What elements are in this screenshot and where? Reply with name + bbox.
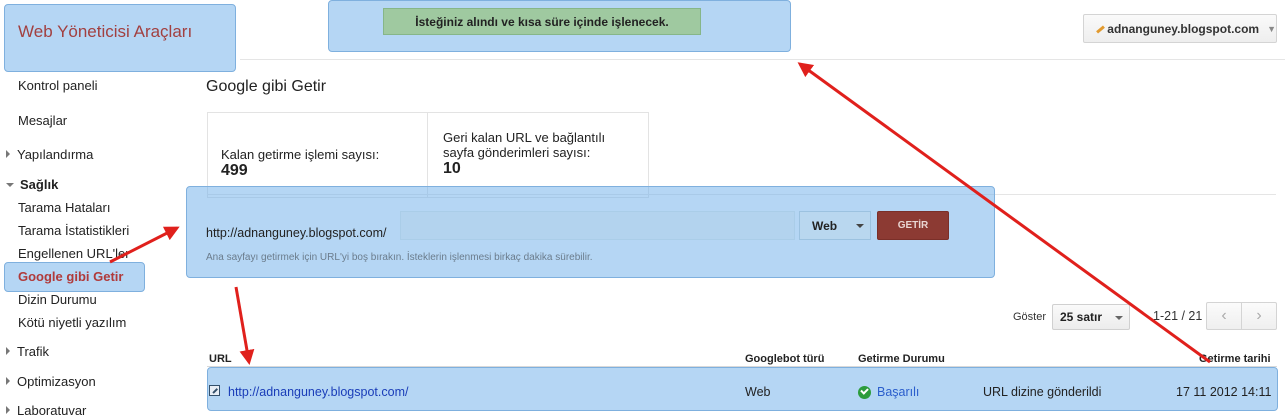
previous-page-button[interactable]: ‹ [1206, 302, 1242, 330]
page-title: Google gibi Getir [206, 78, 327, 95]
account-switcher[interactable]: adnanguney.blogspot.com ▼ [1083, 14, 1277, 43]
rows-label: Göster [1013, 311, 1047, 323]
success-check-icon [858, 385, 871, 399]
expand-icon [6, 377, 10, 385]
row-fetch-date: 17 11 2012 14:11 [1176, 385, 1272, 399]
stat-remaining-fetches: Kalan getirme işlemi sayısı: 499 [221, 147, 411, 180]
stat-value: 499 [221, 162, 248, 179]
chevron-down-icon [856, 224, 864, 228]
collapse-icon [6, 183, 14, 187]
stat-remaining-submissions: Geri kalan URL ve bağlantılı sayfa gönde… [443, 130, 633, 178]
sidebar-item-configuration[interactable]: Yapılandırma [6, 147, 93, 162]
sidebar-item-optimization[interactable]: Optimizasyon [6, 374, 96, 389]
sidebar-item-labs[interactable]: Laboratuvar [6, 403, 86, 418]
sidebar-item-crawl-stats[interactable]: Tarama İstatistikleri [18, 223, 129, 238]
app-title[interactable]: Web Yöneticisi Araçları [18, 22, 192, 42]
url-input[interactable] [400, 211, 795, 240]
rows-selected: 25 satır [1060, 310, 1103, 324]
expand-icon [6, 150, 10, 158]
chevron-left-icon: ‹ [1221, 307, 1227, 324]
page-range: 1-21 / 21 [1153, 309, 1203, 323]
stat-value: 10 [443, 160, 461, 177]
rows-per-page-select[interactable]: 25 satır [1052, 304, 1130, 330]
row-url-link[interactable]: http://adnanguney.blogspot.com/ [228, 385, 408, 399]
header-divider [240, 59, 1285, 60]
fetch-button[interactable]: GETİR [877, 211, 949, 240]
row-status-label: Başarılı [877, 385, 920, 399]
type-selected: Web [812, 218, 838, 233]
chevron-right-icon: › [1256, 307, 1262, 324]
pencil-icon [1094, 23, 1101, 35]
expand-icon [6, 347, 10, 355]
sidebar-item-messages[interactable]: Mesajlar [18, 113, 67, 128]
sidebar-item-dashboard[interactable]: Kontrol paneli [18, 78, 98, 93]
notice-message: İsteğiniz alındı ve kısa süre içinde işl… [383, 8, 701, 35]
expand-icon [6, 406, 10, 414]
arrow-to-result-row [234, 286, 255, 365]
stat-label: Kalan getirme işlemi sayısı: [221, 147, 380, 162]
url-prefix: http://adnanguney.blogspot.com/ [206, 226, 387, 240]
sidebar-item-health[interactable]: Sağlık [6, 177, 58, 192]
sidebar-item-fetch-as-google[interactable]: Google gibi Getir [18, 269, 123, 284]
column-header-googlebot-type[interactable]: Googlebot türü [745, 353, 824, 365]
chevron-down-icon [1115, 316, 1123, 320]
chevron-down-icon: ▼ [1267, 23, 1276, 34]
column-header-fetch-date[interactable]: Getirme tarihi [1199, 353, 1271, 365]
fetch-hint: Ana sayfayı getirmek için URL'yi boş bır… [206, 252, 593, 263]
account-site: adnanguney.blogspot.com [1107, 21, 1260, 36]
open-external-icon[interactable] [209, 385, 220, 396]
row-fetch-status[interactable]: Başarılı [858, 385, 919, 399]
sidebar-item-traffic[interactable]: Trafik [6, 344, 49, 359]
row-status-detail: URL dizine gönderildi [983, 385, 1102, 399]
next-page-button[interactable]: › [1241, 302, 1277, 330]
row-googlebot-type: Web [745, 385, 771, 399]
googlebot-type-select[interactable]: Web [799, 211, 871, 240]
column-header-fetch-status[interactable]: Getirme Durumu [858, 353, 945, 365]
sidebar-item-malware[interactable]: Kötü niyetli yazılım [18, 315, 126, 330]
sidebar-item-index-status[interactable]: Dizin Durumu [18, 292, 97, 307]
sidebar-item-blocked-urls[interactable]: Engellenen URL'ler [18, 246, 130, 261]
column-header-url[interactable]: URL [209, 353, 232, 365]
stat-label: Geri kalan URL ve bağlantılı sayfa gönde… [443, 130, 606, 160]
sidebar-item-crawl-errors[interactable]: Tarama Hataları [18, 200, 110, 215]
